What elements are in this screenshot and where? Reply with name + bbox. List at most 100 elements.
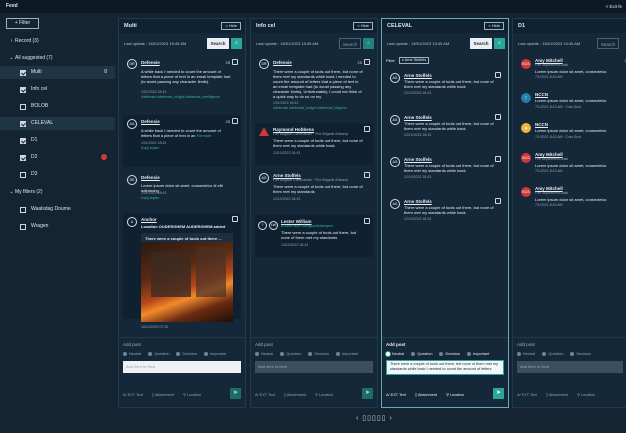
post-author[interactable]: Arne Stolfels bbox=[404, 115, 432, 120]
location-button[interactable]: ⚲ Location bbox=[315, 392, 333, 397]
feed-post[interactable]: DR Defensie 25 A while back I needed to … bbox=[123, 57, 241, 113]
radio-question[interactable]: Question bbox=[411, 352, 432, 356]
sidebar-item-celeval[interactable]: CELEVAL bbox=[0, 117, 115, 130]
post-tags[interactable]: Kopij kopen bbox=[141, 196, 159, 201]
search-go-icon[interactable]: ⌕ bbox=[494, 38, 505, 49]
add-post-input[interactable]: Add item to feed bbox=[517, 361, 623, 373]
share-icon[interactable] bbox=[495, 114, 501, 120]
post-tags[interactable]: #defensie #defensie_insight #defensie_in… bbox=[141, 95, 220, 100]
checkbox[interactable] bbox=[20, 206, 26, 213]
radio-question[interactable]: Question bbox=[280, 352, 301, 356]
sidebar-filter-waalsdag[interactable]: Waalsdag Dourne bbox=[0, 203, 115, 216]
share-icon[interactable] bbox=[232, 59, 238, 65]
radio-important[interactable]: Important bbox=[204, 352, 226, 356]
search-button[interactable]: Search bbox=[339, 38, 361, 49]
attachment-button[interactable]: ▯ Attachment bbox=[152, 392, 174, 397]
feed-post[interactable]: DR Defensie 25 There were a couple of to… bbox=[255, 57, 373, 119]
feed-post[interactable]: AG Arne Stolfels There were a couple of … bbox=[386, 69, 504, 107]
sidebar-item-bolob[interactable]: BOLOB bbox=[0, 100, 115, 113]
sidebar-filter-wragen[interactable]: Wragen bbox=[0, 220, 115, 233]
radio-decision[interactable]: Decision bbox=[176, 352, 197, 356]
search-button[interactable]: Search bbox=[470, 38, 492, 49]
hide-column-button[interactable]: < Hide bbox=[353, 22, 373, 30]
post-author[interactable]: NCCN bbox=[535, 92, 548, 97]
send-button[interactable]: ➤ bbox=[493, 388, 504, 399]
post-author[interactable]: Defensie bbox=[141, 60, 160, 65]
feed-post[interactable]: Raymond Hobbens Fire Brigade Commander ·… bbox=[255, 123, 373, 165]
radio-neutral[interactable]: Neutral bbox=[255, 352, 273, 356]
feed-post[interactable]: DE Defensie Lorem ipsum dolor sit amet, … bbox=[123, 171, 241, 211]
feed-post[interactable]: ? LW Lester William #ChiefPolice #Belgiu… bbox=[255, 215, 373, 257]
share-icon[interactable] bbox=[364, 59, 370, 65]
ext-text-button[interactable]: A/ EXT Text bbox=[255, 393, 275, 397]
send-button[interactable]: ➤ bbox=[362, 388, 373, 399]
checkbox[interactable] bbox=[20, 154, 26, 161]
post-author[interactable]: Anchor bbox=[141, 217, 157, 222]
checkbox[interactable] bbox=[20, 103, 26, 110]
share-icon[interactable] bbox=[495, 156, 501, 162]
hide-column-button[interactable]: < Hide bbox=[484, 22, 504, 30]
feed-post[interactable]: T NCCN Lorem ipsum dolor sit amet, conse… bbox=[517, 91, 626, 117]
share-icon[interactable] bbox=[364, 172, 370, 178]
search-button[interactable]: Search bbox=[207, 38, 229, 49]
add-post-input[interactable]: Add item to feed bbox=[123, 361, 241, 373]
feed-post[interactable]: AG Arne Stolfels There were a couple of … bbox=[386, 111, 504, 149]
post-tags[interactable]: Kopij kopen bbox=[141, 146, 159, 151]
post-author[interactable]: Arne Stolfels bbox=[404, 157, 432, 162]
post-author[interactable]: Defensie bbox=[273, 60, 292, 65]
feed-post[interactable]: BCS Amy Mitchell Fire department Aalst L… bbox=[517, 185, 626, 215]
feed-post[interactable]: AG Arne Stolfels There were a couple of … bbox=[386, 195, 504, 233]
attachment-button[interactable]: ▯ Attachment bbox=[546, 392, 568, 397]
send-button[interactable]: ➤ bbox=[230, 388, 241, 399]
post-link[interactable]: Formule bbox=[197, 133, 212, 138]
radio-decision[interactable]: Decision bbox=[570, 352, 591, 356]
radio-important[interactable]: Important bbox=[336, 352, 358, 356]
post-author[interactable]: Arne Stolfels bbox=[404, 199, 432, 204]
radio-question[interactable]: Question bbox=[148, 352, 169, 356]
search-go-icon[interactable]: ⌕ bbox=[231, 38, 242, 49]
radio-neutral[interactable]: Neutral bbox=[123, 352, 141, 356]
location-button[interactable]: ⚲ Location bbox=[183, 392, 201, 397]
location-button[interactable]: ⚲ Location bbox=[577, 392, 595, 397]
radio-decision[interactable]: Decision bbox=[308, 352, 329, 356]
feed-post[interactable]: ◆ NCCN Lorem ipsum dolor sit amet, conse… bbox=[517, 121, 626, 147]
checkbox[interactable] bbox=[20, 86, 26, 93]
ext-text-button[interactable]: A/ EXT Text bbox=[123, 393, 143, 397]
radio-neutral[interactable]: Neutral bbox=[517, 352, 535, 356]
share-icon[interactable] bbox=[364, 126, 370, 132]
sidebar-all-suggested-toggle[interactable]: ⌄ All suggested (7) bbox=[0, 52, 115, 65]
checkbox[interactable] bbox=[20, 69, 26, 76]
post-author[interactable]: Defensie bbox=[141, 119, 160, 124]
radio-important[interactable]: Important bbox=[467, 352, 489, 356]
add-filter-button[interactable]: + Filter bbox=[6, 18, 39, 29]
attachment-button[interactable]: ▯ Attachment bbox=[284, 392, 306, 397]
checkbox[interactable] bbox=[20, 120, 26, 127]
sidebar-record-toggle[interactable]: › Record (3) bbox=[0, 35, 115, 48]
add-post-input[interactable]: Add item to feed bbox=[255, 361, 373, 373]
post-tags[interactable]: #ChiefPolice #BelgiumAntwerpen bbox=[281, 224, 333, 229]
feed-post[interactable]: AG Arne Stolfels Fire Brigade Commander … bbox=[255, 169, 373, 211]
checkbox[interactable] bbox=[20, 171, 26, 178]
feed-post[interactable]: A Anchor Location OUDERGHEM AUDERGHEM ad… bbox=[123, 213, 241, 329]
filter-chip-remove[interactable]: x Arne Stolfels bbox=[398, 57, 430, 64]
checkbox[interactable] bbox=[20, 223, 26, 230]
sidebar-item-d3[interactable]: D3 bbox=[0, 168, 115, 181]
share-icon[interactable] bbox=[232, 118, 238, 124]
feed-post[interactable]: AG Arne Stolfels There were a couple of … bbox=[386, 153, 504, 191]
post-tags[interactable]: #defensie #defensie_insight #defensie_be… bbox=[273, 106, 347, 111]
hide-column-button[interactable]: < Hide bbox=[221, 22, 241, 30]
sidebar-item-d1[interactable]: D1 bbox=[0, 134, 115, 147]
exit-feed-button[interactable]: < Exit fe bbox=[606, 0, 622, 13]
ext-text-button[interactable]: A/ EXT Text bbox=[517, 393, 537, 397]
radio-decision[interactable]: Decision bbox=[439, 352, 460, 356]
share-icon[interactable] bbox=[364, 218, 370, 224]
post-author[interactable]: Arne Stolfels bbox=[404, 73, 432, 78]
share-icon[interactable] bbox=[495, 72, 501, 78]
column-pager[interactable]: ‹ ▯▯▯▯▯ › bbox=[356, 414, 393, 422]
radio-question[interactable]: Question bbox=[542, 352, 563, 356]
location-button[interactable]: ⚲ Location bbox=[446, 392, 464, 397]
feed-post[interactable]: BCS Amy Mitchell Fire department Aalst L… bbox=[517, 151, 626, 181]
sidebar-item-multi[interactable]: Multi 8 bbox=[0, 66, 115, 79]
feed-post[interactable]: AG Defensie 25 A while back I needed to … bbox=[123, 115, 241, 167]
search-button[interactable]: Search bbox=[597, 38, 619, 49]
